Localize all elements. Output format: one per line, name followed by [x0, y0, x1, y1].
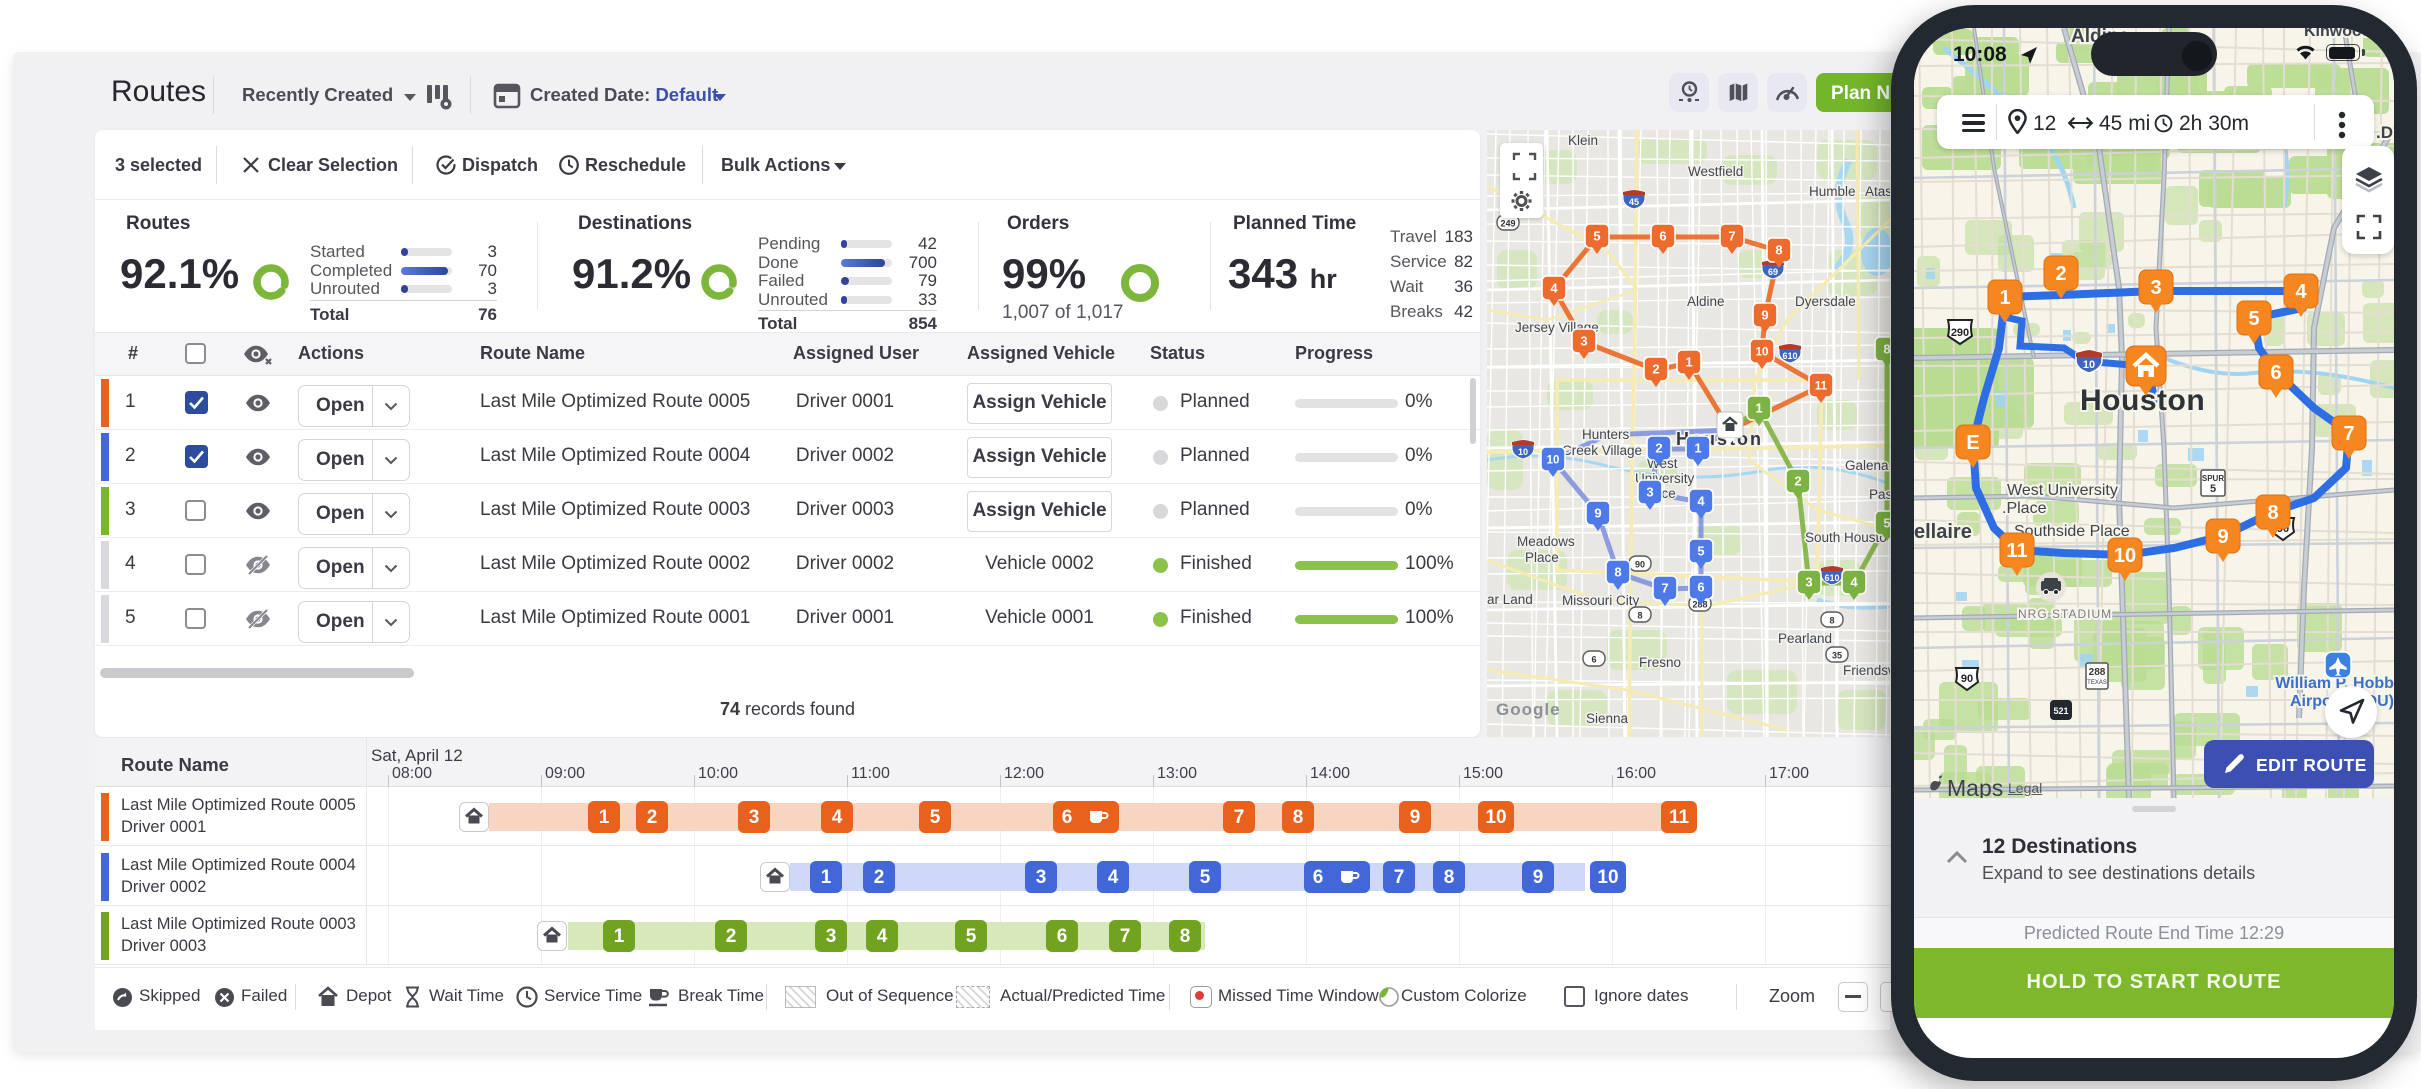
svg-text:2: 2 — [2055, 263, 2066, 285]
svg-text:5: 5 — [2248, 308, 2259, 330]
svg-text:90: 90 — [1961, 673, 1973, 685]
svg-text:4: 4 — [1697, 494, 1705, 509]
svg-text:Atas: Atas — [1865, 184, 1890, 199]
svg-text:.Place: .Place — [2002, 500, 2047, 517]
svg-text:Hunters: Hunters — [1582, 427, 1630, 442]
svg-text:Klein: Klein — [1568, 133, 1598, 148]
svg-text:Meadows: Meadows — [1517, 534, 1575, 549]
svg-text:Westfield: Westfield — [1688, 164, 1743, 179]
svg-text:South Housto: South Housto — [1805, 530, 1887, 545]
svg-text:610: 610 — [1824, 573, 1839, 583]
svg-text:NRG STADIUM: NRG STADIUM — [2018, 607, 2112, 621]
svg-text:10: 10 — [2083, 359, 2095, 371]
svg-text:.D: .D — [2376, 123, 2393, 142]
svg-text:10: 10 — [1547, 455, 1560, 467]
svg-text:6: 6 — [2270, 362, 2281, 384]
svg-text:Place: Place — [1525, 550, 1559, 565]
svg-text:1: 1 — [1999, 287, 2010, 309]
svg-text:10: 10 — [1756, 347, 1769, 359]
svg-text:ellaire: ellaire — [1914, 521, 1972, 543]
svg-text:Google: Google — [1496, 700, 1561, 719]
svg-text:Aldine: Aldine — [1687, 294, 1725, 309]
svg-text:9: 9 — [1761, 308, 1768, 323]
svg-text:288: 288 — [2089, 667, 2106, 678]
svg-text:2: 2 — [1794, 474, 1801, 489]
svg-text:4: 4 — [1550, 281, 1558, 296]
svg-text:3: 3 — [1646, 485, 1653, 500]
svg-text:4: 4 — [1850, 575, 1858, 590]
svg-text:5: 5 — [2210, 483, 2216, 495]
svg-text:9: 9 — [2217, 526, 2228, 548]
svg-text:10: 10 — [2114, 545, 2136, 567]
svg-text:3: 3 — [1580, 334, 1587, 349]
svg-text:Humble: Humble — [1809, 184, 1856, 199]
svg-text:290: 290 — [1951, 327, 1969, 339]
svg-text:249: 249 — [1500, 219, 1515, 229]
svg-text:Missouri City: Missouri City — [1562, 593, 1640, 608]
svg-text:8: 8 — [1637, 611, 1642, 621]
svg-text:8: 8 — [1614, 565, 1621, 580]
svg-text:6: 6 — [1659, 229, 1666, 244]
svg-text:Kinwood: Kinwood — [2304, 28, 2372, 40]
svg-text:9: 9 — [1594, 506, 1601, 521]
svg-text:5: 5 — [1593, 229, 1600, 244]
svg-text:Pasade: Pasade — [1869, 487, 1890, 502]
svg-text:SPUR: SPUR — [2202, 474, 2224, 483]
svg-text:521: 521 — [2053, 706, 2068, 716]
svg-text:Dyersdale: Dyersdale — [1795, 294, 1856, 309]
svg-text:1: 1 — [1694, 441, 1701, 456]
svg-text:7: 7 — [2343, 423, 2354, 445]
svg-text:10: 10 — [1518, 447, 1528, 457]
svg-text:Creek Village: Creek Village — [1562, 443, 1642, 458]
svg-text:69: 69 — [1768, 267, 1778, 277]
svg-text:8: 8 — [2267, 502, 2278, 524]
svg-text:Friendsw: Friendsw — [1843, 663, 1890, 678]
svg-text:3: 3 — [1805, 575, 1812, 590]
svg-text:610: 610 — [1782, 351, 1797, 361]
svg-text:Fresno: Fresno — [1639, 655, 1681, 670]
svg-text:35: 35 — [1832, 651, 1842, 661]
svg-text:E: E — [1966, 432, 1979, 454]
svg-text:8: 8 — [1829, 616, 1834, 626]
svg-text:1: 1 — [1755, 401, 1762, 416]
svg-text:8: 8 — [1775, 243, 1782, 258]
svg-text:4: 4 — [2295, 281, 2307, 303]
svg-text:Pearland: Pearland — [1778, 631, 1832, 646]
svg-text:West University: West University — [2007, 482, 2118, 499]
svg-text:11: 11 — [2006, 540, 2027, 562]
svg-text:ar Land: ar Land — [1487, 592, 1533, 607]
svg-text:2: 2 — [1652, 362, 1659, 377]
svg-text:TEXAS: TEXAS — [2087, 680, 2107, 686]
svg-text:Galena Park: Galena Park — [1845, 458, 1890, 473]
svg-text:5: 5 — [1883, 516, 1890, 531]
svg-text:7: 7 — [1661, 581, 1668, 596]
svg-text:7: 7 — [1728, 229, 1735, 244]
svg-text:2: 2 — [1655, 441, 1662, 456]
svg-text:45: 45 — [1629, 197, 1639, 207]
svg-text:1: 1 — [1685, 355, 1692, 370]
svg-text:3: 3 — [2150, 277, 2161, 299]
svg-text:8: 8 — [1883, 342, 1890, 357]
svg-text:90: 90 — [1635, 560, 1645, 570]
svg-text:5: 5 — [1697, 544, 1704, 559]
svg-text:Sienna: Sienna — [1586, 711, 1629, 726]
svg-text:6: 6 — [1697, 580, 1704, 595]
svg-text:6: 6 — [1591, 655, 1596, 665]
svg-text:11: 11 — [1815, 381, 1828, 393]
